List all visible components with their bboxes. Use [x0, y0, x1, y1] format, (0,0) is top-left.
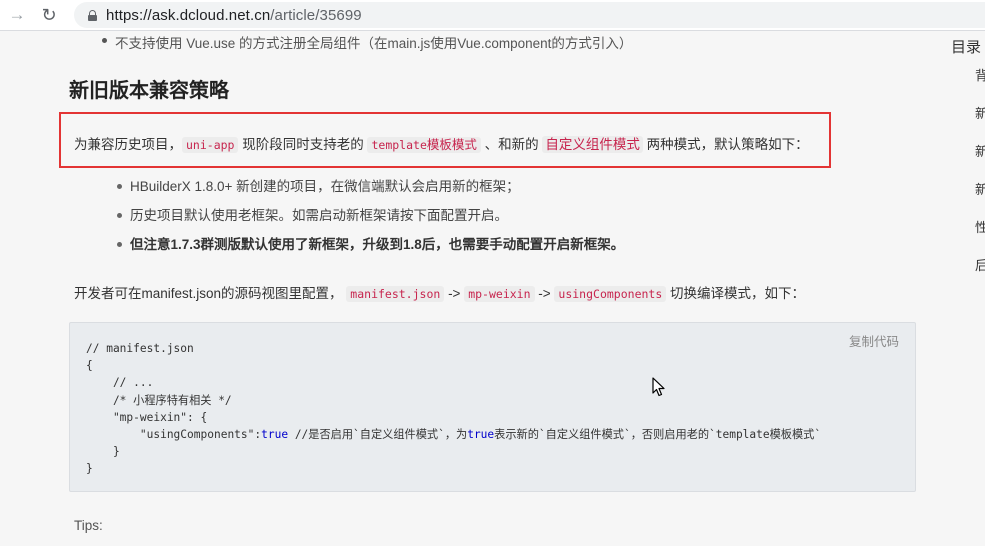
toc-item[interactable]: 新: [975, 106, 985, 144]
list-item: 不支持使用 Vue.use 的方式注册全局组件（在main.js使用Vue.co…: [101, 32, 632, 52]
toc-item[interactable]: 后: [975, 258, 985, 296]
code-line: // ...: [86, 376, 154, 390]
inline-code: uni-app: [182, 137, 239, 153]
copy-code-button[interactable]: 复制代码: [849, 331, 899, 350]
inline-code: mp-weixin: [464, 286, 535, 302]
list-item: 但注意1.7.3群测版默认使用了新框架，升级到1.8后，也需要手动配置开启新框架…: [116, 236, 624, 265]
toc-title: 目录: [951, 39, 982, 56]
code-keyword: true: [467, 428, 495, 442]
intro-text: 、和新的: [480, 137, 543, 152]
config-text: 切换编译模式，如下：: [666, 286, 806, 301]
code-content: // manifest.json { // ... /* 小程序特有相关 */ …: [86, 340, 821, 478]
code-token: "usingComponents":: [86, 428, 262, 442]
toc-item[interactable]: 性: [975, 220, 985, 258]
lock-icon[interactable]: [88, 9, 97, 21]
inline-code: manifest.json: [346, 286, 445, 302]
strategy-list: HBuilderX 1.8.0+ 新创建的项目，在微信端默认会启用新的框架； 历…: [116, 178, 624, 265]
toc-item[interactable]: 背: [975, 68, 985, 106]
article-content: 不支持使用 Vue.use 的方式注册全局组件（在main.js使用Vue.co…: [0, 32, 940, 546]
code-token: 表示新的`自定义组件模式`，否则启用老的`template模板模式`: [494, 428, 822, 442]
intro-text: 为兼容历史项目，: [74, 137, 182, 152]
mouse-cursor-icon: [652, 377, 665, 397]
intro-text: 现阶段同时支持老的: [238, 137, 368, 152]
forward-icon[interactable]: →: [6, 4, 28, 26]
code-line: // manifest.json: [86, 342, 194, 355]
list-item: 历史项目默认使用老框架。如需启动新框架请按下面配置开启。: [116, 207, 624, 236]
arrow-text: ->: [534, 286, 555, 301]
browser-toolbar: → ↻ https://ask.dcloud.net.cn/article/35…: [0, 0, 985, 31]
intro-text: 两种模式，默认策略如下：: [642, 137, 809, 152]
inline-code: usingComponents: [554, 286, 667, 302]
code-line: "usingComponents":true //是否启用`自定义组件模式`，为…: [86, 428, 821, 441]
inline-code: template模板模式: [367, 137, 481, 153]
toc-item[interactable]: 新: [975, 182, 985, 220]
url-text[interactable]: https://ask.dcloud.net.cn/article/35699: [106, 7, 362, 24]
list-item: HBuilderX 1.8.0+ 新创建的项目，在微信端默认会启用新的框架；: [116, 178, 624, 207]
toc-item[interactable]: 新: [975, 144, 985, 182]
reload-icon[interactable]: ↻: [38, 4, 60, 26]
toc-list: 背 新 新 新 性 后: [975, 68, 985, 296]
toc-sidebar: 目录 背 新 新 新 性 后: [941, 32, 985, 546]
code-line: {: [86, 359, 93, 373]
code-keyword: true: [261, 428, 289, 442]
inline-code-text: 模板模式: [426, 137, 477, 152]
config-text: 开发者可在manifest.json的源码视图里配置，: [74, 286, 347, 301]
tips-heading: Tips:: [74, 518, 103, 533]
intro-paragraph: 为兼容历史项目， uni-app 现阶段同时支持老的 template模板模式 、…: [74, 133, 809, 153]
address-bar[interactable]: https://ask.dcloud.net.cn/article/35699: [74, 2, 985, 28]
code-line: "mp-weixin": {: [86, 410, 208, 424]
code-token: //是否启用`自定义组件模式`，为: [288, 428, 468, 442]
arrow-text: ->: [444, 286, 465, 301]
code-line: }: [86, 445, 120, 459]
config-paragraph: 开发者可在manifest.json的源码视图里配置， manifest.jso…: [74, 282, 805, 302]
url-path: /article/35699: [270, 6, 362, 24]
code-line: }: [86, 462, 93, 476]
inline-code-text: template: [371, 138, 427, 152]
code-block: 复制代码 // manifest.json { // ... /* 小程序特有相…: [69, 322, 916, 492]
inline-code: 自定义组件模式: [542, 136, 643, 153]
section-heading: 新旧版本兼容策略: [69, 80, 229, 102]
code-line: /* 小程序特有相关 */: [86, 393, 232, 407]
url-host: https://ask.dcloud.net.cn: [106, 6, 271, 24]
